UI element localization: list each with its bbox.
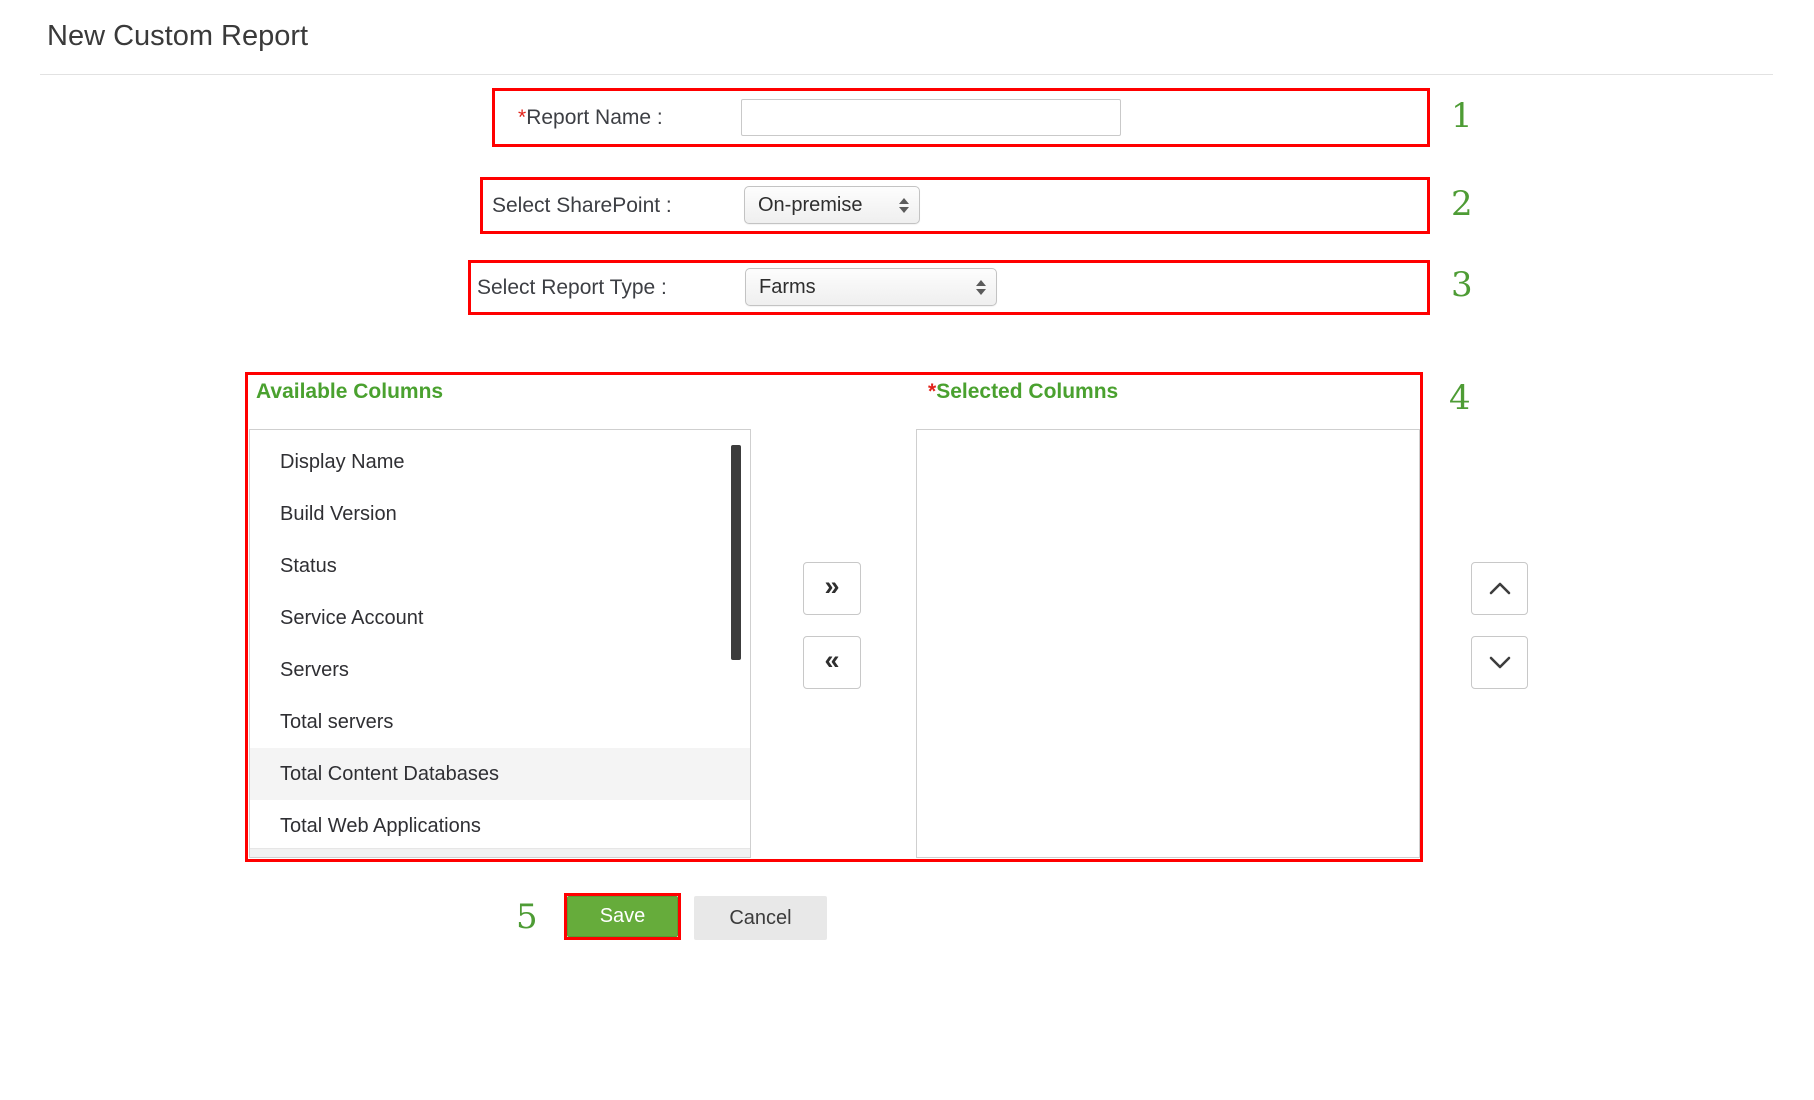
list-item[interactable]: Status xyxy=(250,540,750,592)
sharepoint-select[interactable]: On-premise xyxy=(744,186,920,224)
chevron-up-icon xyxy=(1489,582,1511,595)
available-columns-label: Available Columns xyxy=(256,380,443,404)
annotation-box-save: Save xyxy=(564,893,681,940)
select-up-down-arrows-icon xyxy=(976,280,986,295)
selected-columns-label: *Selected Columns xyxy=(928,380,1118,404)
title-divider xyxy=(40,74,1773,75)
move-up-button[interactable] xyxy=(1471,562,1528,615)
list-item[interactable]: Servers xyxy=(250,644,750,696)
page-title: New Custom Report xyxy=(47,20,308,53)
list-item[interactable]: Build Version xyxy=(250,488,750,540)
list-item[interactable]: Display Name xyxy=(250,436,750,488)
move-all-left-button[interactable]: « xyxy=(803,636,861,689)
list-item[interactable]: Total Web Applications xyxy=(250,800,750,852)
required-asterisk: * xyxy=(518,106,526,130)
selected-columns-listbox[interactable] xyxy=(916,429,1420,858)
double-chevron-left-icon: « xyxy=(824,647,839,674)
report-type-label: Select Report Type : xyxy=(477,260,667,315)
selected-columns-list xyxy=(917,430,1419,436)
annotation-number-4: 4 xyxy=(1449,378,1471,418)
available-columns-listbox[interactable]: Display NameBuild VersionStatusService A… xyxy=(249,429,751,858)
chevron-down-icon xyxy=(1489,656,1511,669)
list-item[interactable]: Service Account xyxy=(250,592,750,644)
save-button[interactable]: Save xyxy=(567,896,678,937)
select-up-down-arrows-icon xyxy=(899,198,909,213)
report-name-input[interactable] xyxy=(741,99,1121,136)
list-item[interactable]: Total Content Databases xyxy=(250,748,750,800)
double-chevron-right-icon: » xyxy=(824,573,839,600)
sharepoint-label: Select SharePoint : xyxy=(492,177,672,234)
new-custom-report-page: New Custom Report *Report Name : 1 Selec… xyxy=(0,0,1814,1100)
annotation-number-5: 5 xyxy=(516,897,538,937)
annotation-number-3: 3 xyxy=(1451,265,1473,305)
required-asterisk: * xyxy=(928,380,936,403)
sharepoint-select-value: On-premise xyxy=(758,194,862,217)
horizontal-scrollbar-track[interactable] xyxy=(250,848,750,857)
vertical-scrollbar-thumb[interactable] xyxy=(731,445,741,660)
report-type-select[interactable]: Farms xyxy=(745,268,997,306)
move-down-button[interactable] xyxy=(1471,636,1528,689)
report-type-select-value: Farms xyxy=(759,276,816,299)
move-all-right-button[interactable]: » xyxy=(803,562,861,615)
available-columns-list: Display NameBuild VersionStatusService A… xyxy=(250,430,750,852)
annotation-number-2: 2 xyxy=(1451,184,1473,224)
list-item[interactable]: Total servers xyxy=(250,696,750,748)
annotation-number-1: 1 xyxy=(1451,96,1473,136)
cancel-button[interactable]: Cancel xyxy=(694,896,827,940)
report-name-label: *Report Name : xyxy=(518,88,663,147)
